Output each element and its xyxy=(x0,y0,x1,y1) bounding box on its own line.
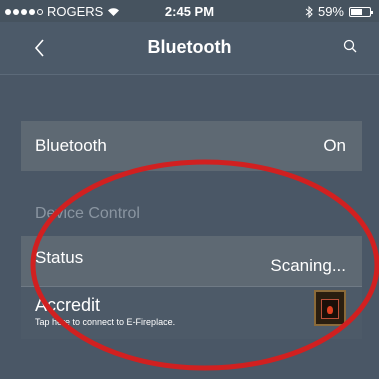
bluetooth-toggle-row[interactable]: Bluetooth On xyxy=(21,121,362,171)
bluetooth-icon xyxy=(305,5,313,18)
status-row[interactable]: Status Scaning... xyxy=(21,236,362,286)
accredit-row[interactable]: Accredit Tap here to connect to E-Firepl… xyxy=(21,286,362,339)
bluetooth-label: Bluetooth xyxy=(35,136,107,155)
accredit-label: Accredit xyxy=(35,295,101,315)
search-icon xyxy=(343,39,357,53)
battery-icon xyxy=(349,6,373,17)
battery-percent: 59% xyxy=(317,4,344,19)
status-right: 59% xyxy=(305,4,373,19)
status-label: Status xyxy=(35,248,84,267)
device-control-header: Device Control xyxy=(35,205,140,222)
status-bar: ROGERS 2:45 PM 59% xyxy=(0,0,379,22)
battery-fill xyxy=(351,8,362,15)
navigation-bar: Bluetooth xyxy=(0,22,379,75)
accredit-subtitle: Tap here to connect to E-Fireplace. xyxy=(35,317,176,327)
page-title: Bluetooth xyxy=(147,37,232,57)
bluetooth-value: On xyxy=(323,136,346,155)
status-value: Scaning... xyxy=(270,256,346,275)
search-button[interactable] xyxy=(341,37,361,59)
fireplace-thumbnail xyxy=(314,290,346,326)
